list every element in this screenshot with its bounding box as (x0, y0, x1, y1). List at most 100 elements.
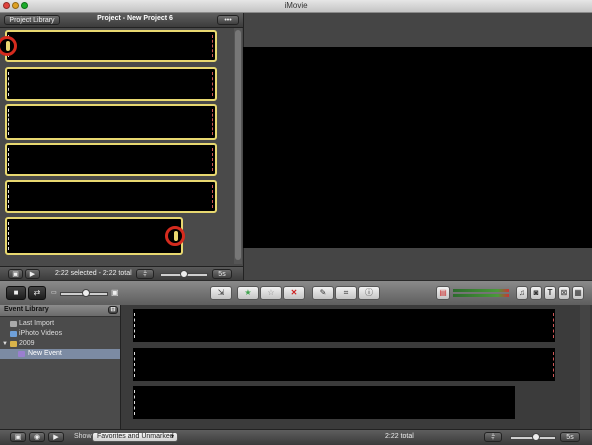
add-to-project-button[interactable]: ⇲ (210, 286, 232, 300)
event-clip[interactable] (133, 386, 515, 419)
play-selection-button[interactable]: ▶ (48, 432, 64, 442)
large-thumb-icon: ▣ (111, 288, 119, 297)
photo-browser-button[interactable]: ◙ (530, 286, 542, 300)
project-options-button[interactable]: ••• (217, 15, 239, 25)
fullscreen-play-icon: ▣ (14, 434, 22, 441)
window-title: iMovie (284, 1, 308, 10)
transition-icon: ⊠ (560, 288, 568, 297)
event-library-item-label: 2009 (19, 340, 35, 347)
title-icon: T (547, 288, 553, 297)
show-filter-value: Favorites and Unmarked (97, 433, 174, 440)
info-icon: ⓘ (365, 288, 373, 297)
clips-icon (10, 321, 17, 327)
fullscreen-play-icon: ▣ (12, 271, 19, 278)
event-clip[interactable] (133, 309, 555, 342)
event-zoom-value[interactable]: 5s (560, 432, 580, 442)
event-star-icon (18, 351, 25, 357)
scrollbar-thumb[interactable] (235, 30, 241, 260)
event-library-item-iphoto-videos[interactable]: iPhoto Videos (0, 329, 120, 339)
voiceover-mic-icon: ✎ (319, 288, 327, 297)
zoom-value[interactable]: 5s (212, 269, 232, 279)
project-clip[interactable] (5, 104, 217, 140)
transition-browser-button[interactable]: ⊠ (558, 286, 570, 300)
event-library: Event Library ⊟ Last Import iPhoto Video… (0, 305, 121, 429)
folder-icon (10, 341, 17, 347)
event-browser (121, 305, 592, 429)
event-library-title: Event Library (4, 306, 49, 313)
event-zoom-slider-knob[interactable] (532, 433, 540, 441)
favorite-button[interactable]: ★ (237, 286, 259, 300)
project-clip[interactable] (5, 30, 217, 62)
swap-icon: ⇄ (33, 288, 41, 297)
project-footer: ▣ ▶ 2:22 selected - 2:22 total ⫩ 5s (0, 266, 243, 281)
playhead-icon[interactable] (165, 226, 185, 246)
project-clip[interactable] (5, 143, 217, 176)
reject-button[interactable]: ✕ (283, 286, 305, 300)
project-status: 2:22 selected - 2:22 total (55, 270, 132, 277)
unmark-star-icon: ☆ (267, 288, 275, 297)
project-title: Project - New Project 6 (97, 15, 173, 22)
small-thumb-icon: ▭ (51, 290, 57, 296)
audio-level-meter (453, 289, 509, 292)
waveform-icon: ⫩ (142, 271, 148, 278)
rewind-play-icon: ◉ (33, 434, 41, 441)
play-icon: ▶ (29, 271, 36, 278)
crop-button[interactable]: ⌗ (335, 286, 357, 300)
event-browser-scrollbar[interactable] (580, 305, 590, 429)
disclosure-triangle-icon[interactable]: ▼ (2, 339, 8, 349)
project-clip[interactable] (5, 67, 217, 101)
thumbnail-slider-knob[interactable] (82, 289, 90, 297)
project-header: Project Library Project - New Project 6 … (0, 13, 243, 28)
voiceover-button[interactable]: ✎ (312, 286, 334, 300)
event-library-item-last-import[interactable]: Last Import (0, 319, 120, 329)
project-clip[interactable] (5, 217, 183, 255)
music-browser-button[interactable]: ♫ (516, 286, 528, 300)
project-scrollbar[interactable] (234, 28, 242, 264)
title-browser-button[interactable]: T (544, 286, 556, 300)
project-clip[interactable] (5, 180, 217, 213)
event-library-item-2009[interactable]: ▼ 2009 (0, 339, 120, 349)
bottom-bar: ▣ ◉ ▶ Show Favorites and Unmarked ▾ 2:22… (0, 429, 592, 445)
info-button[interactable]: ⓘ (358, 286, 380, 300)
ellipsis-icon: ••• (224, 17, 232, 24)
music-icon: ♫ (519, 288, 525, 297)
event-library-item-new-event[interactable]: New Event (0, 349, 120, 359)
event-library-options-button[interactable]: ⊟ (108, 306, 118, 314)
favorite-star-icon: ★ (244, 288, 252, 297)
play-button[interactable]: ▶ (25, 269, 40, 279)
play-fullscreen-button[interactable]: ▣ (8, 269, 23, 279)
project-library-button[interactable]: Project Library (4, 15, 60, 25)
video-viewer[interactable] (243, 47, 592, 248)
event-library-item-label: New Event (28, 350, 62, 357)
play-icon: ▶ (53, 434, 59, 441)
audio-waveform-button[interactable]: ⫩ (136, 269, 154, 279)
events-total: 2:22 total (385, 433, 414, 440)
camera-icon: ■ (13, 288, 19, 297)
map-icon: ▦ (574, 288, 582, 297)
crop-icon: ⌗ (343, 288, 349, 297)
event-library-item-label: Last Import (19, 320, 55, 327)
play-full-screen-button[interactable]: ▣ (10, 432, 26, 442)
waveform-icon: ⫩ (490, 434, 496, 441)
photo-icon: ◙ (533, 288, 539, 297)
zoom-slider-knob[interactable] (180, 270, 188, 278)
chevron-down-icon: ▾ (170, 434, 174, 440)
event-library-header: Event Library ⊟ (0, 305, 120, 317)
show-filter-select[interactable]: Favorites and Unmarked ▾ (92, 432, 178, 442)
reject-x-icon: ✕ (290, 288, 298, 297)
add-to-project-icon: ⇲ (217, 288, 225, 297)
map-browser-button[interactable]: ▦ (572, 286, 584, 300)
main-toolbar: ■ ⇄ ▭ ▣ ⇲ ★ ☆ ✕ ✎ ⌗ ⓘ ▤ ♫ ◙ T ⊠ ▦ (0, 280, 592, 306)
audio-waveform-button[interactable]: ⫩ (484, 432, 502, 442)
audio-meter-icon: ▤ (439, 288, 447, 297)
unmark-button[interactable]: ☆ (260, 286, 282, 300)
swap-panes-button[interactable]: ⇄ (28, 286, 46, 300)
play-from-beginning-button[interactable]: ◉ (29, 432, 45, 442)
camera-import-button[interactable]: ■ (6, 286, 26, 300)
audio-adjust-button[interactable]: ▤ (436, 286, 450, 300)
event-clip[interactable] (133, 348, 555, 381)
event-library-item-label: iPhoto Videos (19, 330, 63, 337)
show-label: Show (74, 433, 92, 440)
iphoto-icon (10, 331, 17, 337)
audio-level-meter-right (453, 294, 509, 297)
